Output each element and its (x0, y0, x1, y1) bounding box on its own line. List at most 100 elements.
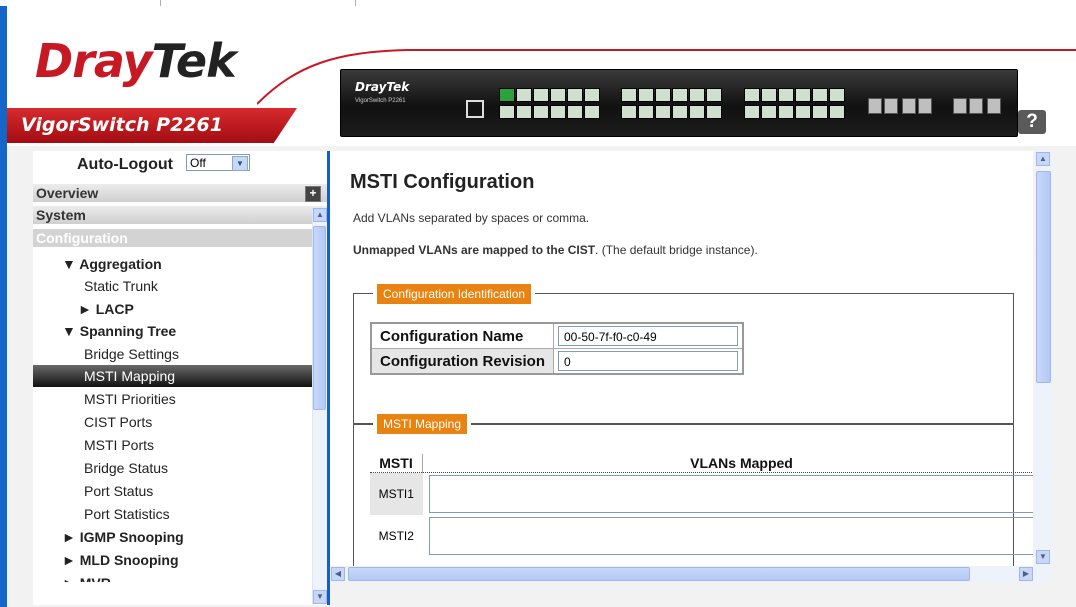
port-icon (655, 105, 671, 119)
left-accent-bar (0, 6, 7, 607)
vlans-mapped-input[interactable] (428, 475, 1033, 513)
nav-item-cist-ports[interactable]: CIST Ports (33, 411, 313, 433)
msti-mapping-table: MSTI VLANs Mapped MSTI1 MSTI2 (370, 454, 1033, 557)
port-icon (795, 105, 811, 119)
nav-scroll-thumb[interactable] (313, 226, 326, 410)
table-row: MSTI1 (370, 472, 1033, 516)
chevron-down-icon[interactable]: ▼ (232, 156, 248, 171)
nav-header-label: Configuration (36, 230, 128, 246)
nav-item-msti-mapping[interactable]: MSTI Mapping (33, 365, 313, 387)
main-scroll-down-icon[interactable]: ▼ (1036, 550, 1050, 564)
port-icon (778, 105, 794, 119)
logo-part1: Dray (35, 34, 152, 88)
nav-item-bridge-status[interactable]: Bridge Status (33, 457, 313, 479)
port-icon (795, 88, 811, 102)
nav-header-label: Overview (36, 185, 99, 201)
page-header: DrayTek VigorSwitch P2261 DrayTek VigorS… (7, 6, 1076, 146)
nav-header-system[interactable]: System (33, 206, 327, 225)
port-icon (516, 88, 532, 102)
nav-item-label: Bridge Status (84, 460, 169, 476)
nav-item-lacp[interactable]: ► LACP (33, 298, 313, 320)
config-revision-input[interactable]: 0 (558, 351, 738, 371)
console-port-icon (466, 100, 484, 118)
port-icon (621, 88, 637, 102)
nav-item-aggregation[interactable]: ▼ Aggregation (33, 253, 313, 275)
col-header-msti: MSTI (370, 454, 423, 473)
nav-item-msti-ports[interactable]: MSTI Ports (33, 434, 313, 456)
nav-item-mld-snooping[interactable]: ► MLD Snooping (33, 549, 313, 571)
nav-scroll-down-icon[interactable]: ▼ (313, 590, 327, 604)
main-horizontal-scroll-thumb[interactable] (348, 567, 970, 581)
sfp-port-icon (987, 98, 1001, 114)
msti-name: MSTI1 (370, 472, 423, 515)
nav-item-label: Port Statistics (84, 506, 170, 522)
auto-logout-label: Auto-Logout (77, 156, 173, 173)
port-icon (812, 105, 828, 119)
nav-item-spanning-tree[interactable]: ▼ Spanning Tree (33, 320, 313, 342)
hint-text: Add VLANs separated by spaces or comma. (353, 211, 590, 225)
port-icon (638, 88, 654, 102)
nav-item-igmp-snooping[interactable]: ► IGMP Snooping (33, 526, 313, 548)
nav-item-label: CIST Ports (84, 414, 153, 430)
nav-item-label: Bridge Settings (84, 346, 179, 362)
main-scroll-up-icon[interactable]: ▲ (1036, 152, 1050, 166)
col-header-vlans-mapped: VLANs Mapped (422, 454, 1033, 473)
nav-item-label: ▼ Aggregation (62, 256, 162, 272)
nav-item-label: Port Status (84, 483, 154, 499)
port-icon (550, 105, 566, 119)
nav-header-configuration[interactable]: Configuration (33, 229, 327, 248)
nav-item-port-statistics[interactable]: Port Statistics (33, 503, 313, 525)
legend-label: Configuration Identification (377, 284, 532, 304)
main-scroll-left-icon[interactable]: ◀ (331, 567, 345, 581)
port-icon (672, 88, 688, 102)
nav-item-label: ► LACP (78, 301, 134, 317)
help-button[interactable]: ? (1018, 110, 1046, 134)
nav-item-msti-priorities[interactable]: MSTI Priorities (33, 388, 313, 410)
sfp-port-icon (969, 98, 983, 114)
port-group-3 (744, 88, 845, 119)
port-icon (829, 88, 845, 102)
main-scroll-right-icon[interactable]: ▶ (1019, 567, 1033, 581)
main-vertical-scroll-thumb[interactable] (1036, 171, 1051, 383)
nav-item-label: ► MLD Snooping (62, 552, 179, 568)
msti-mapping-legend: MSTI Mapping (373, 414, 472, 434)
vlans-mapped-input[interactable] (428, 517, 1033, 555)
page-title: MSTI Configuration (350, 171, 535, 193)
port-icon (499, 88, 515, 102)
config-identification-legend: Configuration Identification (373, 284, 536, 304)
switch-device-image: DrayTek VigorSwitch P2261 (340, 69, 1018, 137)
port-icon (533, 88, 549, 102)
logo-part2: Tek (151, 34, 236, 88)
config-name-label: Configuration Name (370, 322, 554, 349)
port-icon (638, 105, 654, 119)
sfp-port-icon (953, 98, 967, 114)
nav-item-static-trunk[interactable]: Static Trunk (33, 275, 313, 297)
nav-header-overview[interactable]: Overview + (33, 184, 327, 203)
nav-item-label: MSTI Ports (84, 437, 155, 453)
port-icon (829, 105, 845, 119)
nav-scroll-up-icon[interactable]: ▲ (313, 208, 327, 222)
nav-item-label: MSTI Priorities (84, 391, 176, 407)
auto-logout-value: Off (190, 156, 206, 170)
config-revision-label: Configuration Revision (370, 348, 554, 375)
port-icon (689, 105, 705, 119)
port-icon (689, 88, 705, 102)
nav-item-bridge-settings[interactable]: Bridge Settings (33, 343, 313, 365)
config-identification-fieldset: Configuration Identification Configurati… (353, 284, 1014, 425)
port-icon (584, 88, 600, 102)
device-model: VigorSwitch P2261 (355, 98, 406, 104)
expand-all-icon[interactable]: + (305, 186, 321, 202)
auto-logout-select[interactable]: Off ▼ (186, 154, 250, 171)
scrollbar-corner (1035, 566, 1052, 582)
nav-item-label: MSTI Mapping (84, 368, 176, 384)
config-name-input[interactable]: 00-50-7f-f0-c0-49 (558, 326, 738, 346)
sfp-port-icon (868, 98, 882, 114)
left-navigation: Auto-Logout Off ▼ Overview + System Conf… (33, 151, 327, 605)
vlans-cell (423, 473, 1033, 516)
nav-item-port-status[interactable]: Port Status (33, 480, 313, 502)
msti-mapping-fieldset: MSTI Mapping MSTI VLANs Mapped MSTI1 MST… (353, 414, 1033, 566)
sfp-port-icon (884, 98, 898, 114)
draytek-logo[interactable]: DrayTek (35, 34, 237, 88)
nav-item-label: Static Trunk (84, 278, 158, 294)
nav-item-mvr[interactable]: ► MVR (33, 572, 313, 582)
